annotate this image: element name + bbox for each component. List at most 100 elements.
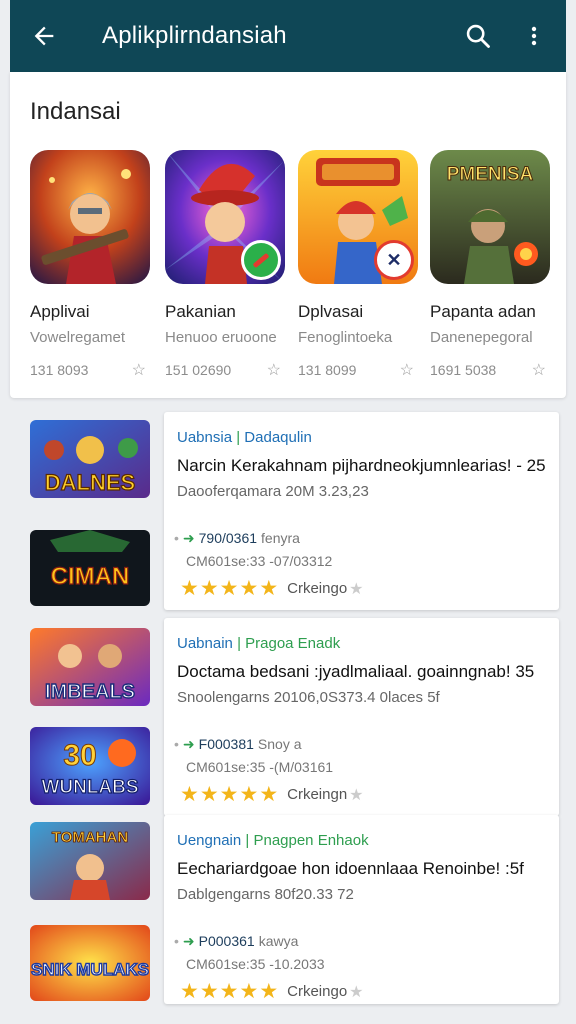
featured-app-card[interactable]: ✕ Dplvasai Fenoglintoeka 131 8099 ☆ [298,150,422,380]
category-secondary: Pragoa Enadk [245,635,341,652]
game-thumbnail[interactable]: 30 WUNLABS [30,727,150,805]
listing-headline: Eechariardgoae hon idoennlaaa Renoinbe! … [177,859,524,878]
app-name: Papanta adan [430,302,536,321]
download-extra: kawya [258,933,299,949]
listing-headline: Narcin Kerakahnam pijhardneokjumnlearias… [177,456,546,475]
favorite-star-icon[interactable]: ☆ [132,360,146,380]
thumbnail-logo-text: DALNES [45,470,135,495]
star-icon: ★ [219,783,239,806]
downloads-line: • ➜ F000381 Snoy a [174,736,302,752]
game-thumbnail[interactable]: SNIK MULAKS [30,925,150,1001]
thumbnail-number: 30 [63,739,96,772]
app-subtitle: Vowelregamet [30,329,126,346]
favorite-star-icon[interactable]: ☆ [400,360,414,380]
app-meta: 131 8099 ☆ [298,360,414,380]
listing-card[interactable]: Uabnain | Pragoa Enadk Doctama bedsani :… [164,618,559,816]
favorite-star-icon[interactable]: ☆ [532,360,546,380]
download-arrow-icon: ➜ [182,530,195,546]
star-icon: ★ [180,577,199,600]
thumbnail-logo-text: WUNLABS [41,777,138,798]
download-arrow-icon: ➜ [182,736,195,752]
game-thumbnail[interactable]: TOMAHAN [30,822,150,900]
install-count: 1691 5038 [430,362,497,378]
category-primary: Uabnsia [177,429,233,446]
app-icon: PMENISA [430,150,550,284]
star-icon: ★ [199,980,219,1003]
star-icon: ★ [199,577,219,600]
search-button[interactable] [460,18,496,54]
star-icon: ★ [239,783,259,806]
empty-star-icon: ★ [349,580,364,598]
star-icon: ★ [259,783,279,806]
listing-card[interactable]: Uabnsia | Dadaqulin Narcin Kerakahnam pi… [164,412,559,610]
app-meta: 131 8093 ☆ [30,360,146,380]
star-icon: ★ [219,577,239,600]
game-thumbnail[interactable]: CIMAN [30,530,150,606]
star-icon: ★ [239,980,259,1003]
app-icon [30,150,150,284]
listing-headline: Doctama bedsani :jyadlmaliaal. goainngna… [177,662,535,681]
install-count: 131 8099 [298,362,357,378]
listing-subline: Daooferqamara 20M 3.23,23 [177,483,369,500]
app-name: Applivai [30,302,90,321]
featured-app-card[interactable]: PMENISA Papanta adan Danenepegoral 1691 … [430,150,554,380]
star-icon: ★ [219,980,239,1003]
rating-text: Crkeingn [287,786,348,803]
game-thumbnail[interactable]: IMBEALS [30,628,150,706]
featured-app-card[interactable]: Pakanian Henuoo eruoone 151 02690 ☆ [165,150,289,380]
section-title: Indansai [30,98,121,125]
more-options-button[interactable] [516,18,552,54]
app-bar: Aplikplirndansiah [10,0,566,72]
icon-logo-text: PMENISA [447,164,534,185]
category-secondary: Pnagpen Enhaok [253,832,369,849]
featured-section: Indansai Applivai Vowelregamet 131 8093 … [10,72,566,398]
thumbnail-logo-text: CIMAN [51,563,130,590]
featured-app-card[interactable]: Applivai Vowelregamet 131 8093 ☆ [30,150,154,380]
listing-subline: Dablgengarns 80f20.33 72 [177,886,354,903]
app-subtitle: Danenepegoral [430,329,533,346]
star-icon: ★ [180,980,199,1003]
download-count: P000361 [198,933,255,949]
install-count: 151 02690 [165,362,232,378]
star-icon: ★ [259,577,279,600]
size-line: CM601se:35 -10.2033 [186,956,325,972]
thumbnail-logo-text: IMBEALS [45,681,135,703]
category-secondary: Dadaqulin [244,429,312,446]
category-primary: Uabnain [177,635,233,652]
game-thumbnail[interactable]: DALNES [30,420,150,498]
downloads-line: • ➜ P000361 kawya [174,933,299,949]
rating-row: ★ ★ ★ ★ ★ Crkeingo ★ [180,578,364,599]
download-count: 790/0361 [198,530,258,546]
rating-text: Crkeingo [287,580,348,597]
download-extra: fenyra [261,530,300,546]
favorite-star-icon[interactable]: ☆ [267,360,281,380]
rating-row: ★ ★ ★ ★ ★ Crkeingn ★ [180,784,364,805]
star-icon: ★ [259,980,279,1003]
search-icon [466,24,490,48]
arrow-left-icon [34,26,54,46]
star-icon: ★ [199,783,219,806]
back-button[interactable] [28,20,60,52]
star-icon: ★ [239,577,259,600]
thumbnail-logo-text: SNIK MULAKS [31,960,149,979]
app-name: Dplvasai [298,302,364,321]
thumbnail-logo-text: TOMAHAN [52,829,128,846]
install-count: 131 8093 [30,362,89,378]
listing-subline: Snoolengarns 20106,0S373.4 0laces 5f [177,689,440,706]
rating-row: ★ ★ ★ ★ ★ Crkeingo ★ [180,981,364,1002]
download-arrow-icon: ➜ [182,933,195,949]
size-line: CM601se:35 -(M/03161 [186,759,334,775]
app-subtitle: Henuoo eruoone [165,329,277,346]
app-meta: 151 02690 ☆ [165,360,281,380]
rating-text: Crkeingo [287,983,348,1000]
app-icon [165,150,285,284]
size-line: CM601se:33 -07/03312 [186,553,333,569]
app-icon: ✕ [298,150,418,284]
category-line: Uabnain | Pragoa Enadk [177,635,341,652]
download-extra: Snoy a [257,736,302,752]
star-icon: ★ [180,783,199,806]
listing-card[interactable]: Uengnain | Pnagpen Enhaok Eechariardgoae… [164,815,559,1004]
category-line: Uengnain | Pnagpen Enhaok [177,832,369,849]
app-meta: 1691 5038 ☆ [430,360,546,380]
category-primary: Uengnain [177,832,242,849]
